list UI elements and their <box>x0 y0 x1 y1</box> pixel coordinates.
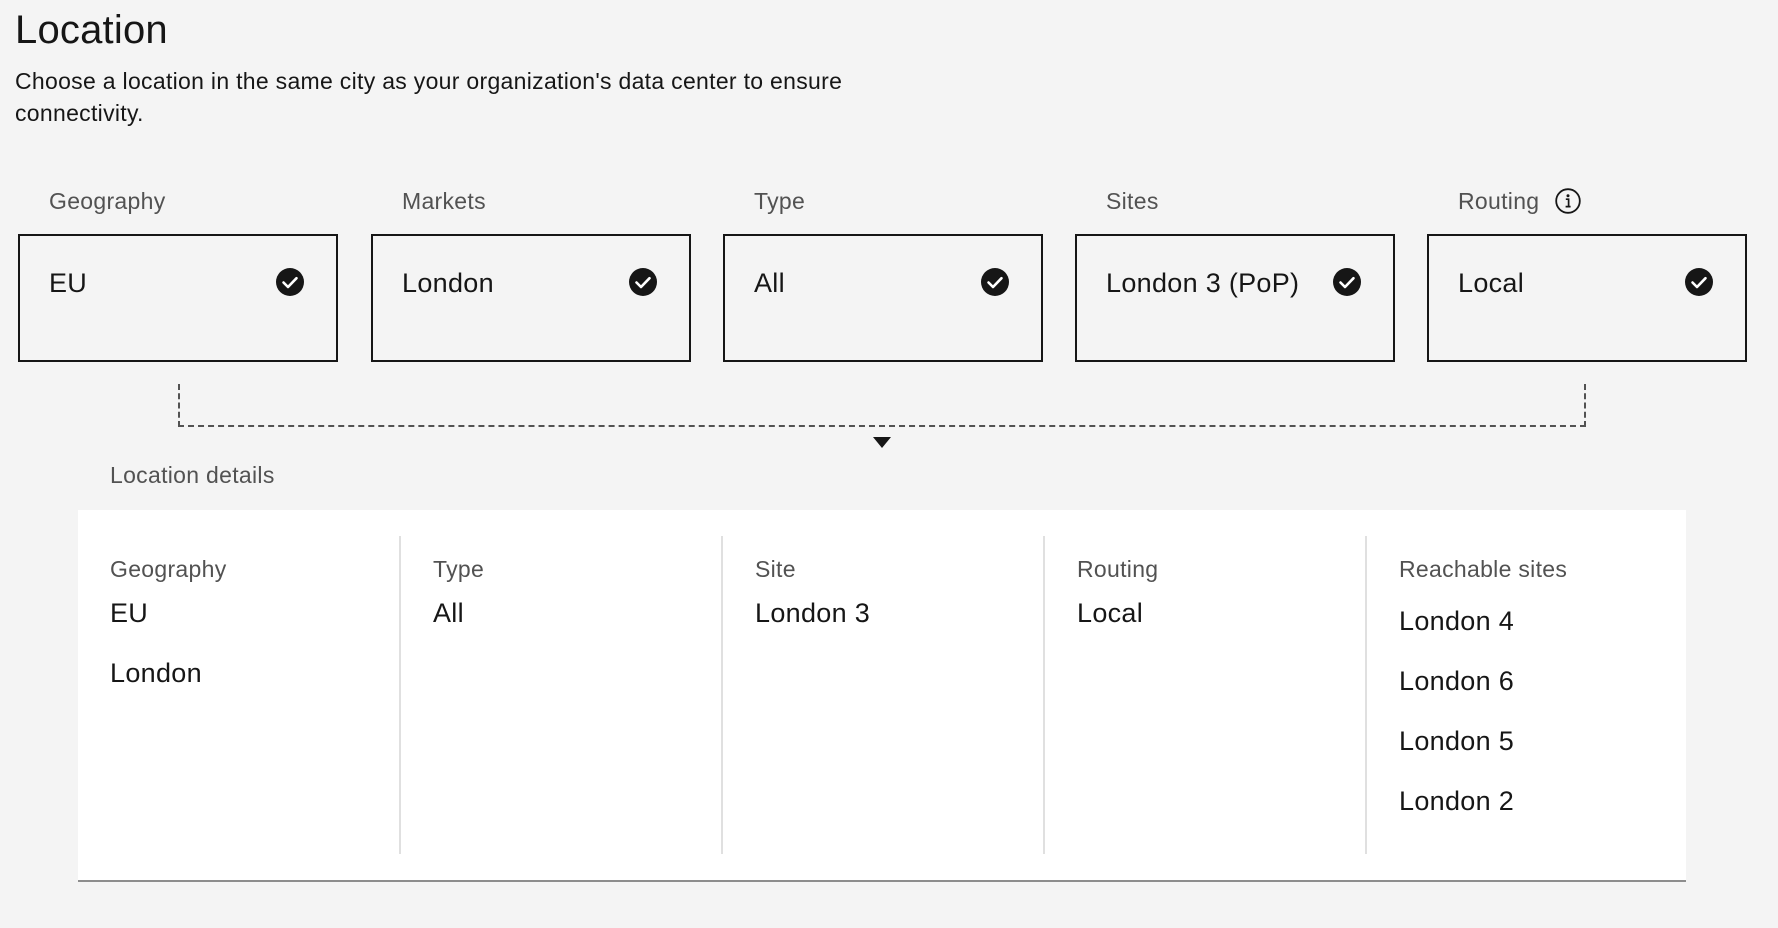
detail-value: London 3 <box>755 598 871 628</box>
selector-label-geography: Geography <box>49 187 166 214</box>
reachable-site-item: London 5 <box>1399 726 1515 756</box>
detail-column-geography: Geography EU London <box>78 536 400 854</box>
checkmark-filled-icon <box>275 267 305 297</box>
tile-type[interactable]: All <box>723 234 1043 362</box>
detail-label-type: Type <box>433 556 485 582</box>
tile-value-sites: London 3 (PoP) <box>1106 268 1300 298</box>
page-title: Location <box>15 8 168 52</box>
detail-column-routing: Routing Local <box>1043 536 1365 854</box>
tile-geography[interactable]: EU <box>18 234 338 362</box>
tile-value-markets: London <box>402 268 494 298</box>
caret-down-icon <box>873 437 891 448</box>
tile-routing[interactable]: Local <box>1427 234 1747 362</box>
reachable-site-item: London 6 <box>1399 666 1515 696</box>
detail-column-reachable-sites: Reachable sites London 4 London 6 London… <box>1365 536 1687 854</box>
checkmark-filled-icon <box>1684 267 1714 297</box>
tile-markets[interactable]: London <box>371 234 691 362</box>
tile-sites[interactable]: London 3 (PoP) <box>1075 234 1395 362</box>
page-description: Choose a location in the same city as yo… <box>15 68 843 126</box>
selection-connector <box>178 384 1586 427</box>
selector-label-routing: Routing <box>1458 183 1582 219</box>
tile-value-routing: Local <box>1458 268 1525 298</box>
detail-label-geography: Geography <box>110 556 227 582</box>
location-details-heading: Location details <box>110 462 275 488</box>
detail-value: London <box>110 658 202 688</box>
checkmark-filled-icon <box>1332 267 1362 297</box>
tile-value-type: All <box>754 268 785 298</box>
detail-label-site: Site <box>755 556 796 582</box>
detail-value: All <box>433 598 464 628</box>
tile-value-geography: EU <box>49 268 88 298</box>
detail-column-site: Site London 3 <box>721 536 1043 854</box>
detail-value: Local <box>1077 598 1144 628</box>
reachable-site-item: London 2 <box>1399 786 1515 816</box>
detail-column-type: Type All <box>399 536 721 854</box>
checkmark-filled-icon <box>980 267 1010 297</box>
detail-value: EU <box>110 598 149 628</box>
reachable-site-item: London 4 <box>1399 606 1515 636</box>
detail-label-routing: Routing <box>1077 556 1159 582</box>
information-icon[interactable] <box>1555 188 1582 214</box>
location-details-panel: Geography EU London Type All Site London… <box>78 510 1686 882</box>
checkmark-filled-icon <box>628 267 658 297</box>
detail-label-reachable-sites: Reachable sites <box>1399 556 1568 582</box>
selector-label-sites: Sites <box>1106 187 1159 214</box>
selector-label-type: Type <box>754 187 806 214</box>
selector-label-markets: Markets <box>402 187 486 214</box>
